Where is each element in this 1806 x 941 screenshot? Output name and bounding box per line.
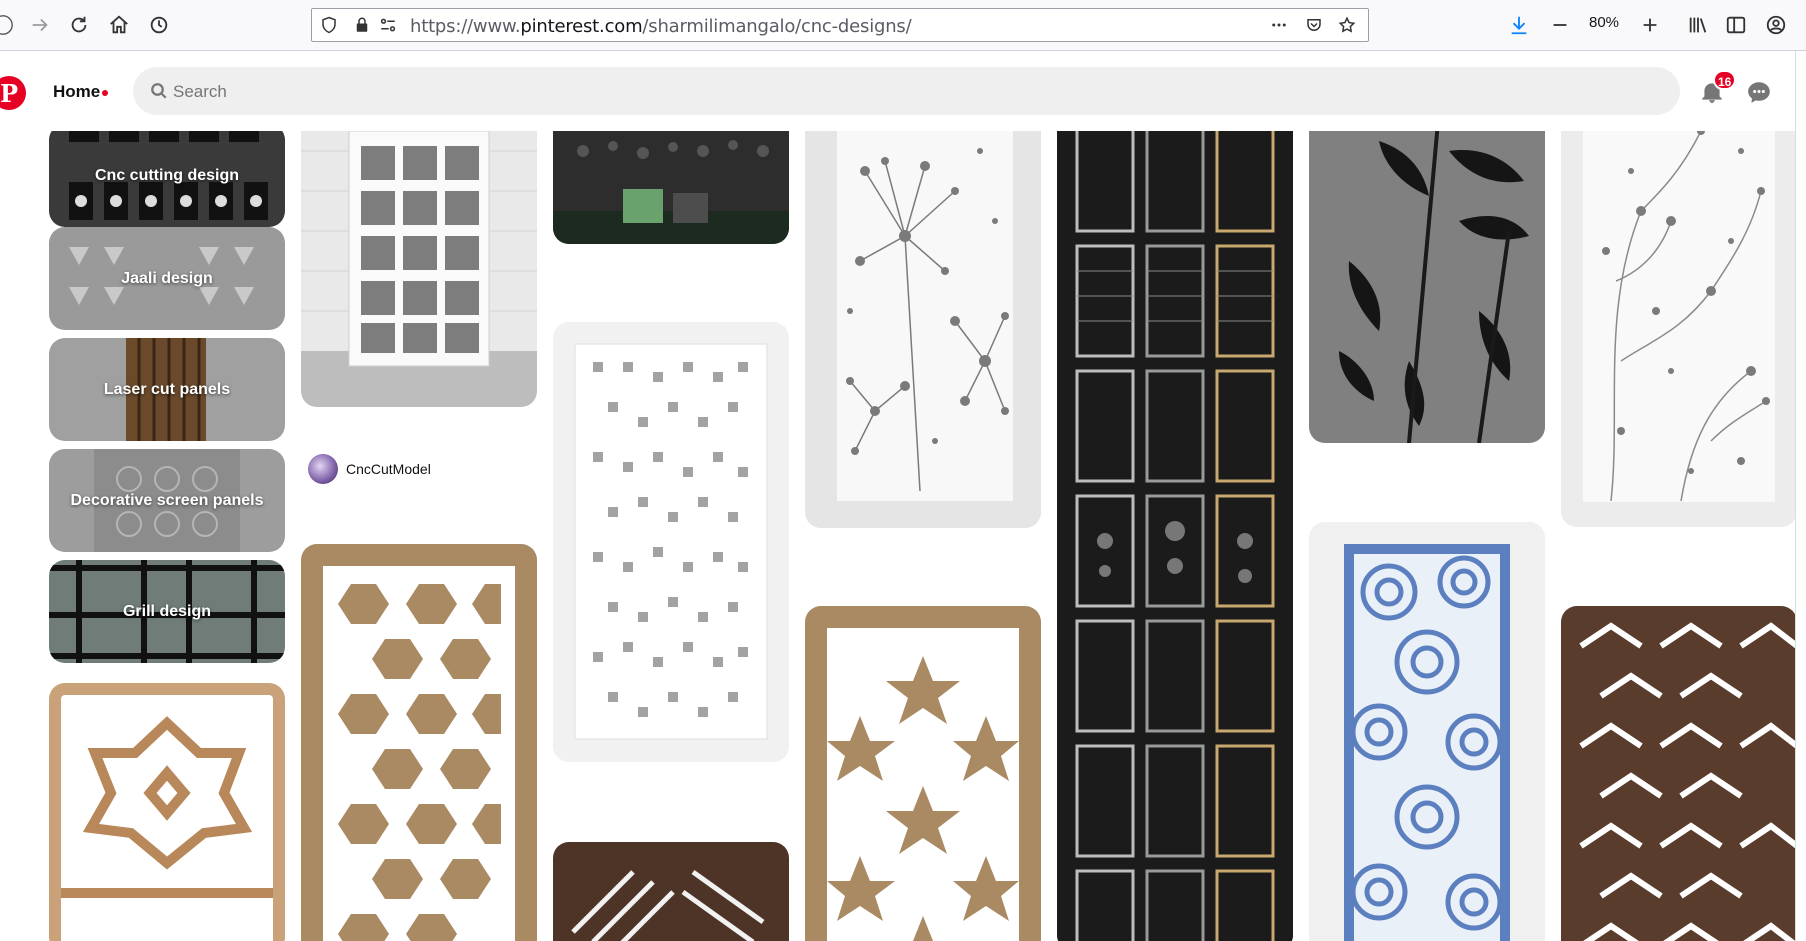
more-actions-icon[interactable] xyxy=(1269,15,1289,35)
window-edge xyxy=(1795,51,1806,941)
board-label: Cnc cutting design xyxy=(95,166,239,184)
zoom-out-icon[interactable] xyxy=(1547,12,1573,38)
pin-image xyxy=(1561,131,1797,527)
pin-image xyxy=(553,322,789,762)
board-card-cnc-cutting[interactable]: Cnc cutting design xyxy=(49,131,285,227)
bookmark-star-icon[interactable] xyxy=(1337,15,1357,35)
pin-panel-collection[interactable] xyxy=(1057,131,1293,941)
home-icon[interactable] xyxy=(106,12,132,38)
back-icon[interactable] xyxy=(0,12,16,38)
home-nav-link[interactable]: Home xyxy=(53,82,100,102)
board-card-decorative-screen[interactable]: Decorative screen panels xyxy=(49,449,285,552)
pin-image xyxy=(553,842,789,941)
search-icon xyxy=(151,83,167,99)
address-bar[interactable]: https://www.pinterest.com/sharmilimangal… xyxy=(311,8,1369,42)
pin-image xyxy=(553,131,789,244)
pin-dandelion-panel[interactable] xyxy=(805,131,1041,528)
zoom-in-icon[interactable] xyxy=(1637,12,1663,38)
permissions-icon[interactable] xyxy=(378,15,398,35)
board-label: Grill design xyxy=(122,602,211,620)
reload-icon[interactable] xyxy=(66,12,92,38)
pin-geometric-white-panel[interactable] xyxy=(553,322,789,762)
sidebar-icon[interactable] xyxy=(1723,12,1749,38)
pin-wooden-jali[interactable] xyxy=(49,683,285,941)
search-input[interactable] xyxy=(171,67,1655,117)
history-icon[interactable] xyxy=(146,12,172,38)
url-text[interactable]: https://www.pinterest.com/sharmilimangal… xyxy=(410,16,912,37)
board-label: Jaali design xyxy=(121,269,213,287)
board-label: Decorative screen panels xyxy=(70,491,264,509)
pocket-icon[interactable] xyxy=(1304,15,1324,35)
pin-image xyxy=(1057,131,1293,941)
pin-blue-rose-panel[interactable] xyxy=(1309,522,1545,941)
downloads-icon[interactable] xyxy=(1506,12,1532,38)
pin-rust-stripe-panel[interactable] xyxy=(553,842,789,941)
pin-image xyxy=(49,683,285,941)
pin-image xyxy=(805,131,1041,528)
pin-image xyxy=(1561,606,1797,941)
lock-icon[interactable] xyxy=(352,15,372,35)
pin-image xyxy=(1309,131,1545,443)
pin-branch-dots-panel[interactable] xyxy=(1561,131,1797,527)
pin-rust-arrow-panel[interactable] xyxy=(1561,606,1797,941)
pin-hexagon-wood-panel[interactable] xyxy=(301,544,537,941)
pin-feed: Cnc cutting design Jaali design Laser cu… xyxy=(0,131,1806,941)
library-icon[interactable] xyxy=(1685,12,1711,38)
board-label: Laser cut panels xyxy=(103,380,231,398)
board-card-jaali[interactable]: Jaali design xyxy=(49,227,285,330)
pinner-attribution[interactable]: CncCutModel xyxy=(308,453,431,485)
board-card-grill[interactable]: Grill design xyxy=(49,560,285,663)
messages-icon[interactable] xyxy=(1745,78,1773,106)
pinner-name[interactable]: CncCutModel xyxy=(346,461,431,477)
pin-image xyxy=(1309,522,1545,941)
pin-ceiling-installation[interactable] xyxy=(553,131,789,244)
board-card-laser-cut[interactable]: Laser cut panels xyxy=(49,338,285,441)
notification-count-badge: 16 xyxy=(1713,70,1737,90)
shield-icon[interactable] xyxy=(319,15,339,35)
account-icon[interactable] xyxy=(1763,12,1789,38)
home-indicator-dot xyxy=(102,90,108,96)
pin-star-lattice-panel[interactable] xyxy=(805,606,1041,941)
pin-square-pattern-panel[interactable] xyxy=(301,131,537,407)
pin-image xyxy=(805,606,1041,941)
pinner-avatar[interactable] xyxy=(308,454,338,484)
pin-bamboo-panel[interactable] xyxy=(1309,131,1545,443)
forward-icon[interactable] xyxy=(27,12,53,38)
search-bar[interactable] xyxy=(133,67,1680,117)
pin-image xyxy=(301,131,537,407)
browser-toolbar: https://www.pinterest.com/sharmilimangal… xyxy=(0,0,1806,51)
zoom-level[interactable]: 80% xyxy=(1589,14,1619,31)
pin-image xyxy=(301,544,537,941)
